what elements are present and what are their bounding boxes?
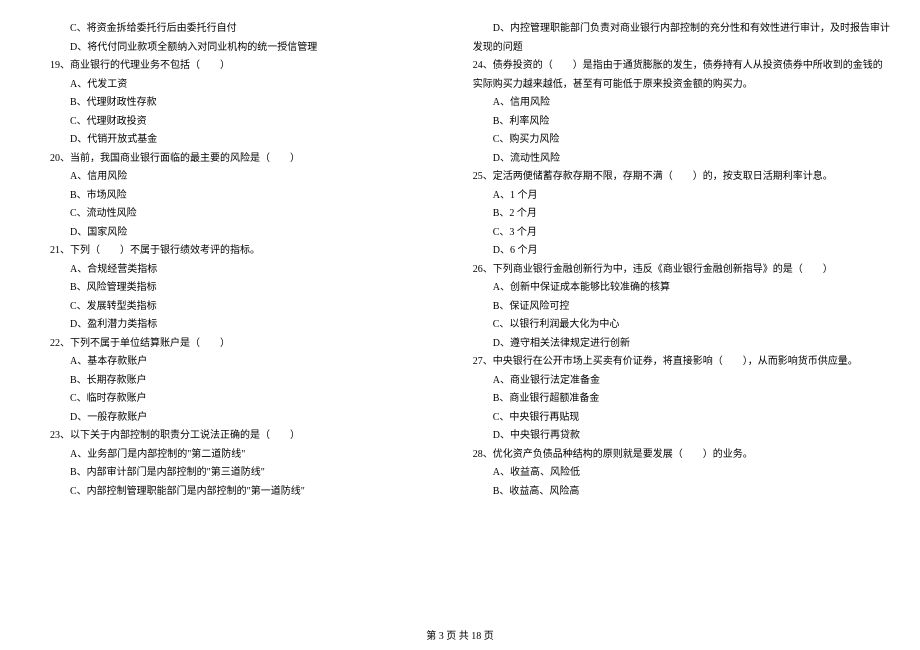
option-text: D、遵守相关法律规定进行创新 — [453, 335, 890, 354]
option-text: C、将资金拆给委托行后由委托行自付 — [30, 20, 413, 39]
option-text: C、3 个月 — [453, 224, 890, 243]
option-text: B、市场风险 — [30, 187, 413, 206]
option-text: C、购买力风险 — [453, 131, 890, 150]
option-text: B、代理财政性存款 — [30, 94, 413, 113]
option-text: D、国家风险 — [30, 224, 413, 243]
right-column: D、内控管理职能部门负责对商业银行内部控制的充分性和有效性进行审计，及时报告审计… — [453, 20, 890, 610]
option-text: B、商业银行超额准备金 — [453, 390, 890, 409]
question-text: 26、下列商业银行金融创新行为中，违反《商业银行金融创新指导》的是（ ） — [453, 261, 890, 280]
option-text: A、合规经营类指标 — [30, 261, 413, 280]
option-text: D、6 个月 — [453, 242, 890, 261]
option-text: C、代理财政投资 — [30, 113, 413, 132]
option-text: D、流动性风险 — [453, 150, 890, 169]
option-text: D、将代付同业款项全额纳入对同业机构的统一授信管理 — [30, 39, 413, 58]
option-text: B、2 个月 — [453, 205, 890, 224]
option-text: C、发展转型类指标 — [30, 298, 413, 317]
option-continuation: 发现的问题 — [453, 39, 890, 58]
question-continuation: 实际购买力越来越低，甚至有可能低于原来投资金额的购买力。 — [453, 76, 890, 95]
option-text: C、临时存款账户 — [30, 390, 413, 409]
question-text: 20、当前，我国商业银行面临的最主要的风险是（ ） — [30, 150, 413, 169]
option-text: B、利率风险 — [453, 113, 890, 132]
option-text: B、保证风险可控 — [453, 298, 890, 317]
option-text: D、一般存款账户 — [30, 409, 413, 428]
option-text: A、代发工资 — [30, 76, 413, 95]
option-text: A、1 个月 — [453, 187, 890, 206]
option-text: C、以银行利润最大化为中心 — [453, 316, 890, 335]
option-text: B、长期存款账户 — [30, 372, 413, 391]
question-text: 19、商业银行的代理业务不包括（ ） — [30, 57, 413, 76]
question-text: 24、债券投资的（ ）是指由于通货膨胀的发生，债券持有人从投资债券中所收到的金钱… — [453, 57, 890, 76]
option-text: A、收益高、风险低 — [453, 464, 890, 483]
question-text: 28、优化资产负债品种结构的原则就是要发展（ ）的业务。 — [453, 446, 890, 465]
option-text: D、中央银行再贷款 — [453, 427, 890, 446]
question-text: 27、中央银行在公开市场上买卖有价证券，将直接影响（ ），从而影响货币供应量。 — [453, 353, 890, 372]
option-text: B、收益高、风险高 — [453, 483, 890, 502]
option-text: A、业务部门是内部控制的"第二道防线" — [30, 446, 413, 465]
option-text: B、风险管理类指标 — [30, 279, 413, 298]
option-text: C、内部控制管理职能部门是内部控制的"第一道防线" — [30, 483, 413, 502]
question-text: 21、下列（ ）不属于银行绩效考评的指标。 — [30, 242, 413, 261]
page-container: C、将资金拆给委托行后由委托行自付 D、将代付同业款项全额纳入对同业机构的统一授… — [0, 0, 920, 620]
left-column: C、将资金拆给委托行后由委托行自付 D、将代付同业款项全额纳入对同业机构的统一授… — [30, 20, 413, 610]
option-text: A、信用风险 — [453, 94, 890, 113]
page-footer: 第 3 页 共 18 页 — [0, 627, 920, 642]
option-text: B、内部审计部门是内部控制的"第三道防线" — [30, 464, 413, 483]
option-text: C、流动性风险 — [30, 205, 413, 224]
option-text: A、信用风险 — [30, 168, 413, 187]
question-text: 25、定活两便储蓄存款存期不限，存期不满（ ）的，按支取日活期利率计息。 — [453, 168, 890, 187]
question-text: 23、以下关于内部控制的职责分工说法正确的是（ ） — [30, 427, 413, 446]
option-text: A、基本存款账户 — [30, 353, 413, 372]
option-text: D、内控管理职能部门负责对商业银行内部控制的充分性和有效性进行审计，及时报告审计 — [453, 20, 890, 39]
option-text: D、盈利潜力类指标 — [30, 316, 413, 335]
question-text: 22、下列不属于单位结算账户是（ ） — [30, 335, 413, 354]
option-text: C、中央银行再贴现 — [453, 409, 890, 428]
option-text: A、创新中保证成本能够比较准确的核算 — [453, 279, 890, 298]
option-text: A、商业银行法定准备金 — [453, 372, 890, 391]
option-text: D、代销开放式基金 — [30, 131, 413, 150]
